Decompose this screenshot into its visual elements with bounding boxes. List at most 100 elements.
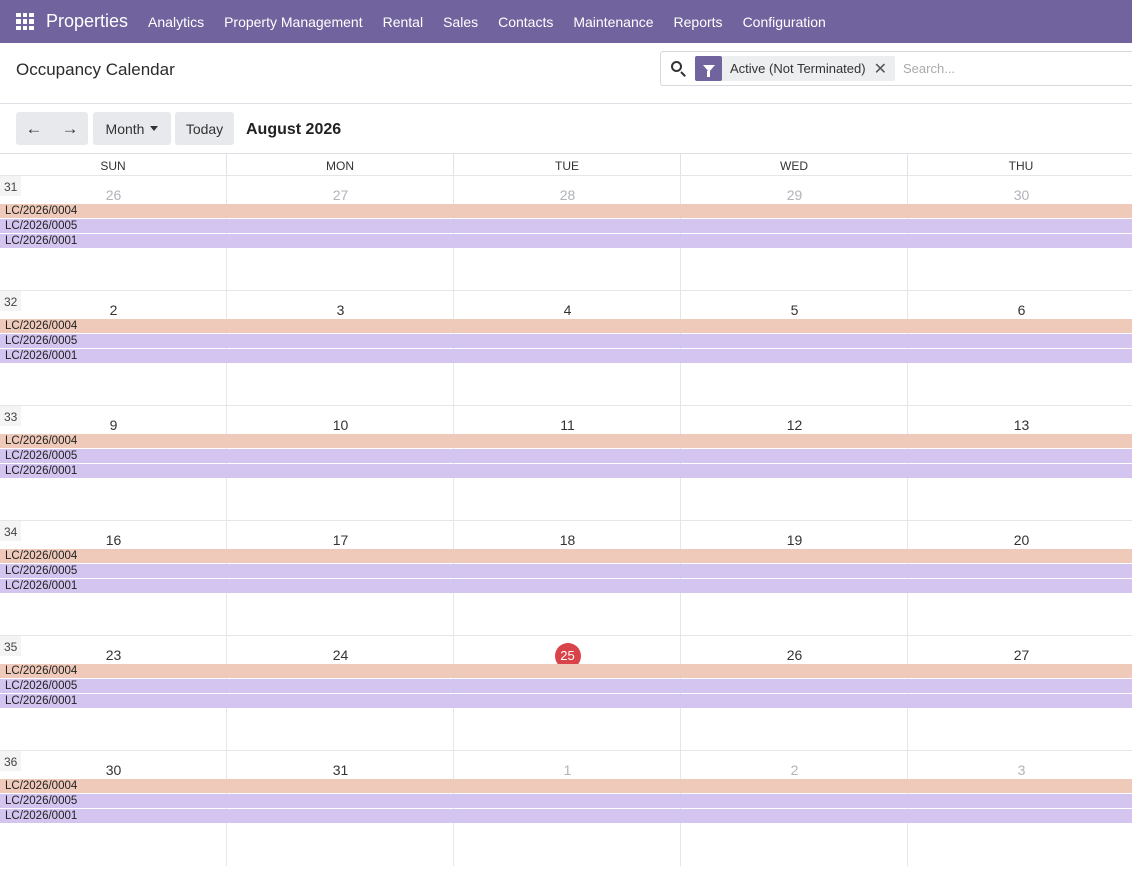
day-number: 13 (1013, 417, 1030, 433)
calendar-event[interactable]: LC/2026/0004 (0, 434, 1132, 448)
day-number: 26 (786, 647, 803, 663)
week-number: 33 (0, 406, 21, 426)
day-number: 31 (332, 762, 349, 778)
previous-button[interactable]: ← (16, 112, 52, 145)
weekday-header-cell: WED (681, 154, 908, 175)
search-icon[interactable] (669, 59, 689, 79)
search-box[interactable]: Active (Not Terminated) ✕ (660, 51, 1132, 86)
week-number: 36 (0, 751, 21, 771)
weekday-header-cell: SUN (0, 154, 227, 175)
calendar-event[interactable]: LC/2026/0001 (0, 234, 1132, 248)
app-brand[interactable]: Properties (46, 11, 128, 32)
day-number: 24 (332, 647, 349, 663)
close-icon[interactable]: ✕ (874, 59, 895, 79)
scale-label: Month (105, 120, 145, 137)
filter-facet: Active (Not Terminated) ✕ (695, 56, 895, 81)
weekday-header: SUN MON TUE WED THU (0, 153, 1132, 175)
calendar-event[interactable]: LC/2026/0005 (0, 219, 1132, 233)
day-number: 19 (786, 532, 803, 548)
week-number: 32 (0, 291, 21, 311)
event-list: LC/2026/0004 LC/2026/0005 LC/2026/0001 (0, 664, 1132, 709)
next-button[interactable]: → (52, 112, 88, 145)
calendar-event[interactable]: LC/2026/0001 (0, 579, 1132, 593)
day-number: 11 (560, 417, 575, 433)
menu-item-maintenance[interactable]: Maintenance (573, 14, 653, 30)
calendar-week: 16 17 18 19 20 34 LC/2026/0004 LC/2026/0005 LC/2… (0, 520, 1132, 636)
event-list: LC/2026/0004 LC/2026/0005 LC/2026/0001 (0, 319, 1132, 364)
range-title: August 2026 (246, 121, 342, 138)
day-number: 10 (332, 417, 349, 433)
calendar-week: 30 31 1 2 3 36 LC/2026/0004 LC/2026/0005 LC/2026… (0, 750, 1132, 866)
month-calendar: SUN MON TUE WED THU 26 27 28 29 30 31 LC/2026/0004… (0, 153, 1132, 866)
day-number: 12 (786, 417, 803, 433)
calendar-event[interactable]: LC/2026/0001 (0, 694, 1132, 708)
calendar-week: 9 10 11 12 13 33 LC/2026/0004 LC/2026/0005 LC/20… (0, 405, 1132, 521)
day-number: 27 (1013, 647, 1030, 663)
menu-item-analytics[interactable]: Analytics (148, 14, 204, 30)
arrow-right-icon: → (61, 118, 79, 138)
menu-item-reports[interactable]: Reports (674, 14, 723, 30)
calendar-event[interactable]: LC/2026/0005 (0, 564, 1132, 578)
top-navbar: Properties Analytics Property Management… (0, 0, 1132, 43)
day-number: 20 (1013, 532, 1030, 548)
calendar-week: 2 3 4 5 6 32 LC/2026/0004 LC/2026/0005 LC/2026/0… (0, 290, 1132, 406)
caret-down-icon (150, 126, 159, 131)
week-number: 34 (0, 521, 21, 541)
calendar-week: 23 24 25 26 27 35 LC/2026/0004 LC/2026/0005 LC/2… (0, 635, 1132, 751)
menu-item-property-management[interactable]: Property Management (224, 14, 363, 30)
day-number: 28 (559, 187, 576, 203)
calendar-body: 26 27 28 29 30 31 LC/2026/0004 LC/2026/0005 LC/2… (0, 175, 1132, 866)
calendar-event[interactable]: LC/2026/0005 (0, 334, 1132, 348)
day-number: 18 (559, 532, 576, 548)
event-list: LC/2026/0004 LC/2026/0005 LC/2026/0001 (0, 779, 1132, 824)
day-number: 3 (1017, 762, 1026, 778)
week-number: 35 (0, 636, 21, 656)
weekday-header-cell: THU (908, 154, 1132, 175)
menu-item-configuration[interactable]: Configuration (743, 14, 826, 30)
today-button[interactable]: Today (175, 112, 234, 145)
calendar-event[interactable]: LC/2026/0005 (0, 449, 1132, 463)
calendar-event[interactable]: LC/2026/0001 (0, 349, 1132, 363)
calendar-event[interactable]: LC/2026/0004 (0, 204, 1132, 218)
scale-dropdown[interactable]: Month (93, 112, 171, 145)
calendar-event[interactable]: LC/2026/0001 (0, 809, 1132, 823)
day-number: 29 (786, 187, 803, 203)
menu-item-sales[interactable]: Sales (443, 14, 478, 30)
calendar-event[interactable]: LC/2026/0004 (0, 779, 1132, 793)
page-title: Occupancy Calendar (16, 60, 175, 79)
main-menu: Analytics Property Management Rental Sal… (148, 14, 846, 30)
calendar-week: 26 27 28 29 30 31 LC/2026/0004 LC/2026/0005 LC/2… (0, 175, 1132, 291)
control-panel: Occupancy Calendar Active (Not Terminate… (0, 43, 1132, 104)
menu-item-contacts[interactable]: Contacts (498, 14, 553, 30)
day-number: 9 (109, 417, 118, 433)
calendar-event[interactable]: LC/2026/0004 (0, 549, 1132, 563)
calendar-toolbar: ← → Month Today August 2026 (0, 104, 1132, 154)
day-number: 1 (563, 762, 572, 778)
day-number: 30 (1013, 187, 1030, 203)
calendar-event[interactable]: LC/2026/0004 (0, 319, 1132, 333)
calendar-event[interactable]: LC/2026/0005 (0, 679, 1132, 693)
event-list: LC/2026/0004 LC/2026/0005 LC/2026/0001 (0, 434, 1132, 479)
arrow-left-icon: ← (25, 118, 43, 138)
weekday-header-cell: TUE (454, 154, 681, 175)
day-number: 17 (332, 532, 349, 548)
week-number: 31 (0, 176, 21, 196)
event-list: LC/2026/0004 LC/2026/0005 LC/2026/0001 (0, 204, 1132, 249)
search-input[interactable] (903, 61, 1123, 76)
day-number: 4 (563, 302, 572, 318)
day-number: 23 (105, 647, 122, 663)
menu-item-rental[interactable]: Rental (383, 14, 423, 30)
calendar-event[interactable]: LC/2026/0005 (0, 794, 1132, 808)
event-list: LC/2026/0004 LC/2026/0005 LC/2026/0001 (0, 549, 1132, 594)
day-number: 6 (1017, 302, 1026, 318)
weekday-header-cell: MON (227, 154, 454, 175)
filter-icon (695, 56, 722, 81)
day-number: 30 (105, 762, 122, 778)
day-number: 27 (332, 187, 349, 203)
day-number: 5 (790, 302, 799, 318)
day-number: 16 (105, 532, 122, 548)
calendar-event[interactable]: LC/2026/0001 (0, 464, 1132, 478)
day-number: 3 (336, 302, 345, 318)
calendar-event[interactable]: LC/2026/0004 (0, 664, 1132, 678)
app-grid-icon[interactable] (16, 12, 34, 31)
